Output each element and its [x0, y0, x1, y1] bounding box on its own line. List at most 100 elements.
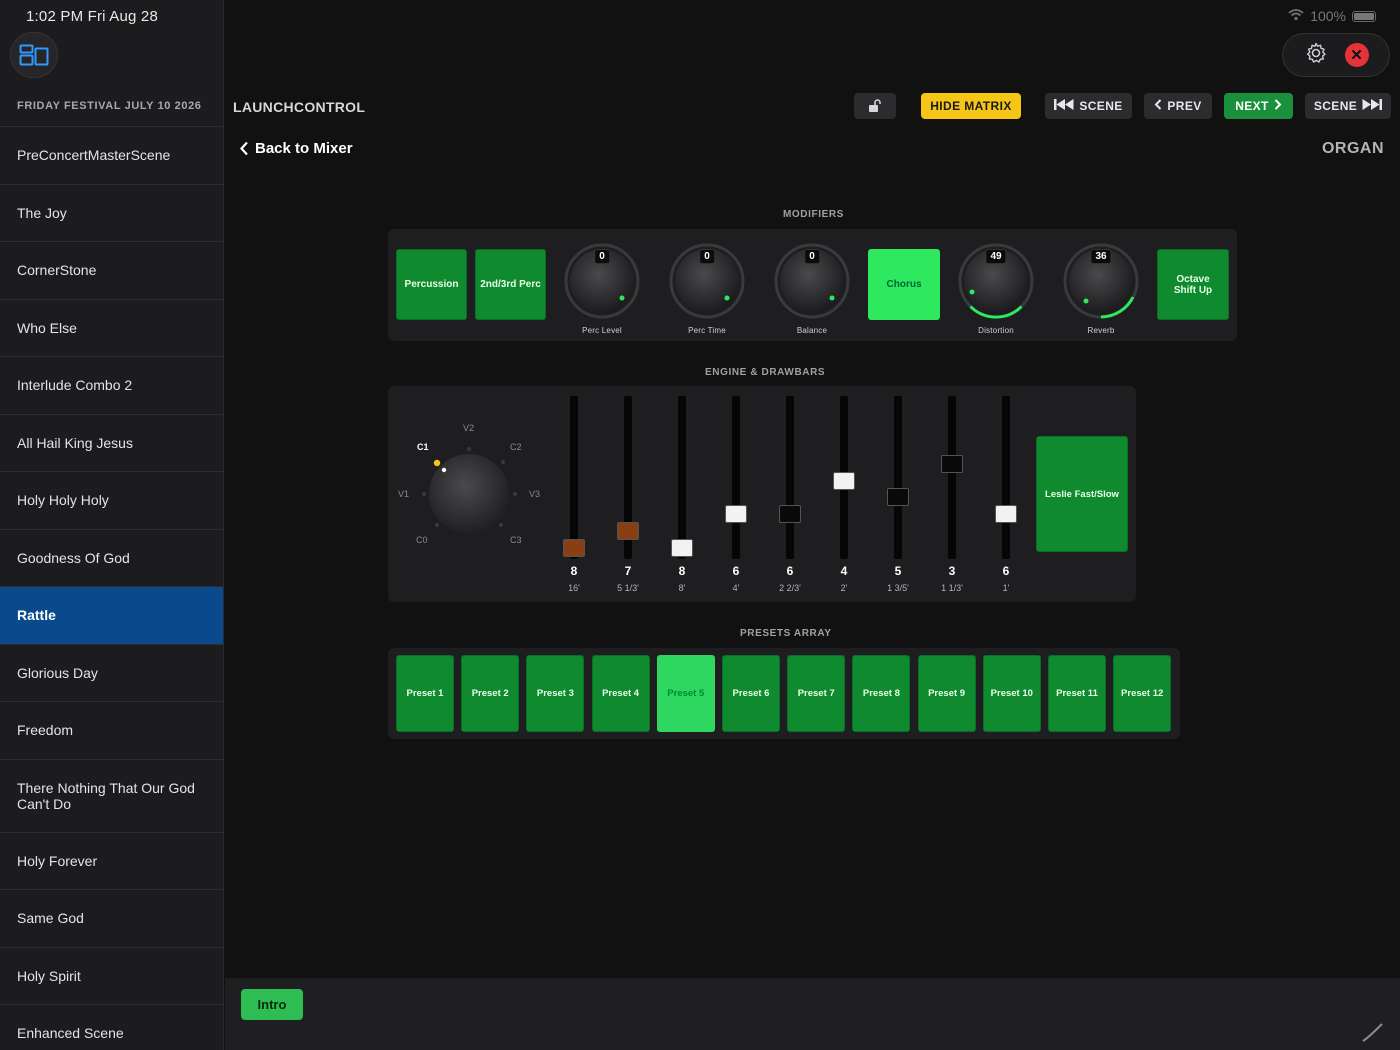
drawbar-handle[interactable]	[671, 539, 693, 557]
perc-2nd-3rd-pad[interactable]: 2nd/3rd Perc	[475, 249, 546, 320]
preset-button[interactable]: Preset 2	[461, 655, 520, 732]
chevron-left-icon	[240, 141, 248, 156]
scene-item[interactable]: Holy Holy Holy	[0, 472, 223, 530]
preset-button[interactable]: Preset 4	[591, 655, 650, 732]
drawbar-footage: 16'	[568, 583, 580, 593]
scene-item[interactable]: Who Else	[0, 300, 223, 357]
window-controls: ✕	[1282, 33, 1390, 77]
status-indicators: 100%	[1288, 8, 1376, 24]
pencil-icon[interactable]	[1360, 1018, 1386, 1044]
percussion-pad[interactable]: Percussion	[396, 249, 467, 320]
drawbar-footage: 1 1/3'	[941, 583, 963, 593]
lock-button[interactable]	[854, 93, 896, 119]
drawbar[interactable]: 4 2'	[824, 396, 864, 606]
knob-label: Distortion	[978, 326, 1014, 335]
drawbar-footage: 8'	[678, 583, 686, 593]
back-to-mixer-link[interactable]: Back to Mixer	[239, 140, 353, 157]
drawbar-handle[interactable]	[941, 454, 963, 473]
drawbar-value: 6	[1002, 564, 1010, 578]
preset-button[interactable]: Preset 8	[852, 655, 911, 732]
next-scene-label: SCENE	[1313, 99, 1358, 113]
vibrato-label-v2: V2	[463, 423, 475, 433]
scene-item[interactable]: CornerStone	[0, 242, 223, 300]
preset-button[interactable]: Preset 7	[787, 655, 846, 732]
gear-icon[interactable]	[1304, 41, 1328, 70]
drawbar[interactable]: 8 16'	[554, 396, 594, 606]
scene-item[interactable]: Interlude Combo 2	[0, 357, 223, 415]
scene-item[interactable]: Glorious Day	[0, 645, 223, 702]
scene-item[interactable]: PreConcertMasterScene	[0, 127, 223, 185]
preset-button[interactable]: Preset 9	[917, 655, 976, 732]
vibrato-label-c3: C3	[510, 535, 522, 545]
scene-item[interactable]: Goodness Of God	[0, 530, 223, 587]
drawbar[interactable]: 6 2 2/3'	[770, 396, 810, 606]
vibrato-label-c0: C0	[416, 535, 428, 545]
drawbar[interactable]: 8 8'	[662, 396, 702, 606]
instrument-name: ORGAN	[1321, 140, 1384, 157]
scene-item[interactable]: Holy Forever	[0, 833, 223, 890]
knob-label: Reverb	[1087, 326, 1115, 335]
preset-button[interactable]: Preset 5	[656, 655, 715, 732]
scene-item[interactable]: The Joy	[0, 185, 223, 242]
scene-item[interactable]: Enhanced Scene	[0, 1005, 223, 1050]
close-icon[interactable]: ✕	[1344, 43, 1369, 67]
status-time: 1:02 PM Fri Aug 28	[26, 8, 159, 25]
layout-icon	[19, 44, 49, 66]
scene-item[interactable]: All Hail King Jesus	[0, 415, 223, 472]
drawbar-footage: 2'	[840, 583, 848, 593]
drawbar[interactable]: 6 1'	[986, 396, 1026, 606]
app-title: LAUNCHCONTROL	[233, 99, 366, 115]
reverb-knob[interactable]: 36 Reverb	[1056, 241, 1146, 337]
next-label: NEXT	[1235, 99, 1269, 113]
drawbar[interactable]: 3 1 1/3'	[932, 396, 972, 606]
perc-time-knob[interactable]: 0 Perc Time	[662, 241, 752, 337]
previous-scene-button[interactable]: SCENE	[1045, 93, 1132, 119]
drawbar-handle[interactable]	[887, 488, 909, 507]
leslie-pad[interactable]: Leslie Fast/Slow	[1036, 436, 1128, 552]
preset-button[interactable]: Preset 11	[1048, 655, 1106, 732]
distortion-knob[interactable]: 49 Distortion	[951, 241, 1041, 337]
skip-back-icon	[1054, 99, 1074, 113]
drawbar-handle[interactable]	[725, 505, 747, 524]
preset-button[interactable]: Preset 6	[722, 655, 780, 732]
main-panel: 100% ✕ LAUNCHCONTROL HIDE MATRIX SCENE P…	[225, 0, 1400, 978]
vibrato-label-c2: C2	[510, 442, 522, 452]
drawbar-value: 6	[786, 564, 794, 578]
perc-level-knob[interactable]: 0 Perc Level	[557, 241, 647, 337]
layout-toggle-button[interactable]	[10, 32, 58, 78]
intro-button[interactable]: Intro	[241, 989, 303, 1020]
scene-item[interactable]: There Nothing That Our God Can't Do	[0, 760, 223, 833]
drawbar[interactable]: 5 1 3/5'	[878, 396, 918, 606]
drawbar-footage: 1'	[1002, 583, 1010, 593]
preset-button[interactable]: Preset 3	[526, 655, 585, 732]
octave-shift-pad[interactable]: Octave Shift Up	[1157, 249, 1229, 320]
drawbar-handle[interactable]	[995, 505, 1017, 524]
drawbar[interactable]: 7 5 1/3'	[608, 396, 648, 606]
scene-item[interactable]: Holy Spirit	[0, 948, 223, 1005]
vibrato-selector[interactable]: C1 V2 C2 V1 V3 C0 C3	[390, 420, 550, 550]
drawbar-handle[interactable]	[563, 539, 585, 557]
drawbar-handle[interactable]	[833, 471, 855, 490]
next-scene-button[interactable]: SCENE	[1305, 93, 1391, 119]
drawbar[interactable]: 6 4'	[716, 396, 756, 606]
scene-item[interactable]: Freedom	[0, 702, 223, 760]
chevron-left-icon	[1154, 99, 1162, 113]
drawbar-track	[786, 396, 794, 559]
scene-item-active[interactable]: Rattle	[0, 587, 223, 645]
wifi-icon	[1288, 8, 1304, 24]
preset-button[interactable]: Preset 1	[396, 655, 454, 732]
scene-list: PreConcertMasterScene The Joy CornerSton…	[0, 127, 223, 1050]
balance-knob[interactable]: 0 Balance	[767, 241, 857, 337]
vibrato-label-c1: C1	[417, 442, 429, 452]
presets-heading: PRESETS ARRAY	[740, 628, 832, 639]
chorus-pad[interactable]: Chorus	[868, 249, 940, 320]
preset-button[interactable]: Preset 12	[1113, 655, 1172, 732]
next-button[interactable]: NEXT	[1224, 93, 1293, 119]
drawbar-handle[interactable]	[779, 505, 801, 524]
hide-matrix-button[interactable]: HIDE MATRIX	[921, 93, 1021, 119]
back-label: Back to Mixer	[255, 140, 353, 157]
scene-item[interactable]: Same God	[0, 890, 223, 948]
prev-button[interactable]: PREV	[1144, 93, 1212, 119]
drawbar-handle[interactable]	[617, 522, 639, 541]
preset-button[interactable]: Preset 10	[982, 655, 1041, 732]
